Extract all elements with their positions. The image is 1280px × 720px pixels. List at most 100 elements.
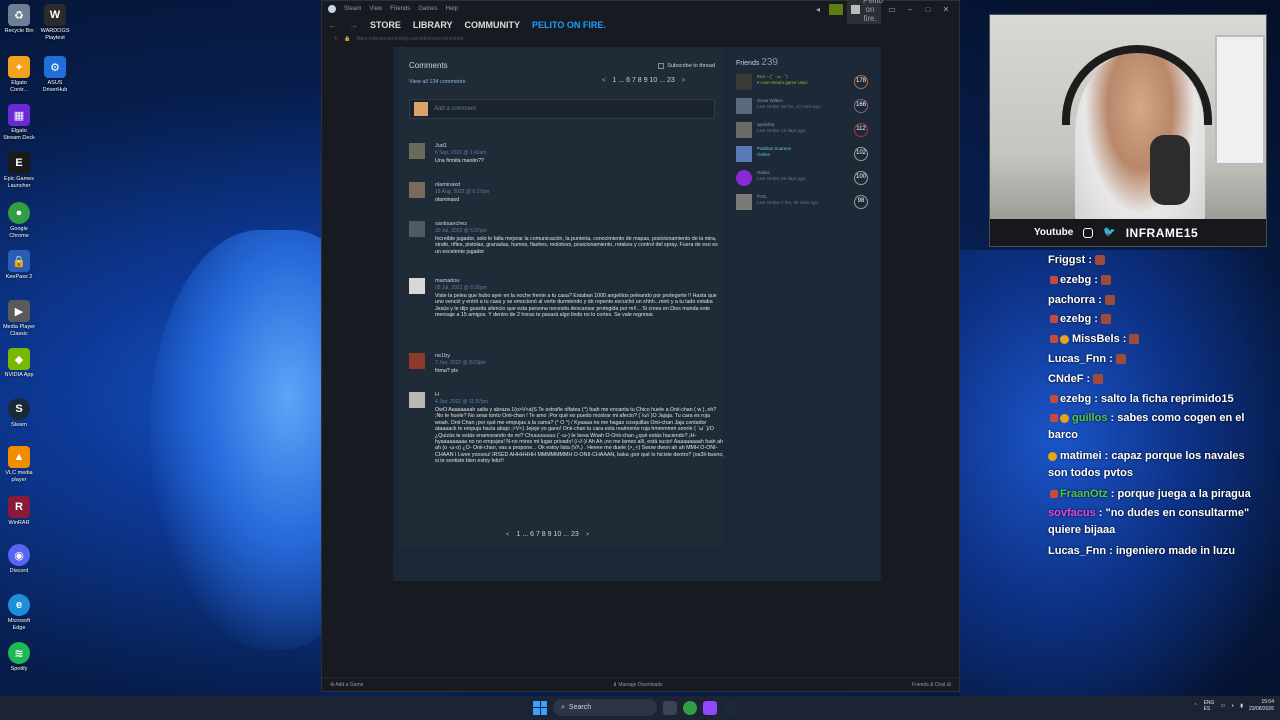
desktop-icon[interactable]: ⚙ ASUS DriverHub — [38, 56, 72, 93]
vlc-icon: ▲ — [8, 446, 30, 468]
friend-row[interactable]: Snow Wilkes Last Online 15 hrs, 43 mins a… — [736, 95, 870, 117]
battery-icon[interactable]: ▮ — [1240, 703, 1243, 709]
desktop-icon[interactable]: ▲ VLC media player — [2, 446, 36, 483]
menu-help[interactable]: Help — [446, 6, 458, 12]
instagram-icon — [1083, 227, 1094, 238]
friend-status: Last Online 13 days ago — [757, 128, 806, 133]
comment-author[interactable]: Jud1 — [435, 143, 447, 149]
chrome-taskbar-icon[interactable] — [683, 700, 697, 715]
desktop-icon[interactable]: E Epic Games Launcher — [2, 152, 36, 189]
taskbar-search[interactable]: ⌕ Search — [553, 699, 657, 716]
screen-icon[interactable]: ▭ — [885, 5, 899, 14]
next-page-button[interactable]: > — [679, 78, 689, 84]
desktop-icon[interactable]: ◉ Discord — [2, 544, 36, 575]
comment-author[interactable]: santisanchez — [435, 221, 467, 227]
nav-store[interactable]: STORE — [370, 20, 401, 30]
chat-message: ezebg : — [1048, 311, 1258, 328]
nav-community[interactable]: COMMUNITY — [465, 20, 521, 30]
subscribe-toggle[interactable]: Subscribe to thread — [658, 63, 715, 69]
stream-deck-icon: ▦ — [8, 104, 30, 126]
clock[interactable]: 15:04 23/08/2026 — [1249, 699, 1274, 713]
friends-chat-button[interactable]: Friends & Chat ⊞ — [912, 682, 951, 688]
desktop-icon[interactable]: ◆ NVIDIA App — [2, 348, 36, 379]
chat-user: Lucas_Fnn — [1048, 353, 1107, 365]
next-page-button[interactable]: > — [583, 532, 593, 538]
desktop-icon[interactable]: ● Google Chrome — [2, 202, 36, 239]
lang-indicator[interactable]: ENG ES — [1204, 700, 1215, 712]
desktop-icon[interactable]: W WARDOGS Playtest — [38, 4, 72, 41]
notification-button[interactable] — [829, 3, 843, 15]
keepass-icon: 🔒 — [8, 250, 30, 272]
user-menu[interactable]: Pelito on fire. — [847, 0, 883, 24]
commenter-avatar[interactable] — [409, 182, 425, 198]
desktop-icon[interactable]: ≋ Spotify — [2, 642, 36, 673]
page-numbers[interactable]: 1 ... 6 7 8 9 10 ... 23 — [517, 531, 579, 538]
friend-row[interactable]: Erni ~ (˘ · ω · ˘) In non-Steam game UwU 1… — [736, 71, 870, 93]
friend-level-badge: 102 — [854, 147, 868, 161]
desktop-icon[interactable]: ▦ Elgato Stream Deck — [2, 104, 36, 141]
menu-steam[interactable]: Steam — [344, 6, 361, 12]
add-game-button[interactable]: ⊕ Add a Game — [330, 682, 363, 688]
menu-view[interactable]: View — [369, 6, 382, 12]
close-icon[interactable]: ✕ — [939, 5, 953, 14]
nav-library[interactable]: LIBRARY — [413, 20, 453, 30]
nvidia-icon: ◆ — [8, 348, 30, 370]
commenter-avatar[interactable] — [409, 278, 425, 294]
friend-row[interactable]: Rakaz Last Online 26 days ago 100 — [736, 167, 870, 189]
steam-taskbar-icon[interactable] — [723, 700, 737, 715]
asus-icon: ⚙ — [44, 56, 66, 78]
maximize-icon[interactable]: □ — [921, 5, 935, 14]
windows-start-icon[interactable] — [533, 700, 547, 715]
friends-title[interactable]: Friends 239 — [736, 57, 778, 68]
obs-taskbar-icon[interactable] — [703, 700, 717, 715]
comment-author[interactable]: mamadou — [435, 278, 459, 284]
comment-date: 18 Aug, 2022 @ 6:37pm — [435, 189, 490, 195]
refresh-icon[interactable]: ↻ — [334, 36, 338, 42]
commenter-avatar[interactable] — [409, 353, 425, 369]
network-icon[interactable]: ▭ — [1220, 703, 1225, 709]
chat-text: salto la ficha reprimido15 — [1100, 393, 1234, 405]
friend-name: apolofep — [757, 122, 775, 127]
comment-author[interactable]: olaminaxd — [435, 182, 460, 188]
friend-row[interactable]: PrSL Last Online 2 hrs, 49 mins ago 98 — [736, 191, 870, 213]
nav-profile[interactable]: PELITO ON FIRE. — [532, 20, 606, 30]
broadcast-icon[interactable]: ◂ — [811, 5, 825, 14]
comment-body: OwO Aaaaaaaah salta y abraza 1(o>V<a)S T… — [435, 407, 724, 465]
desktop-icon[interactable]: ✦ Elgato Contr... — [2, 56, 36, 93]
back-arrow-icon[interactable]: ← — [328, 20, 337, 30]
desktop-icon[interactable]: e Microsoft Edge — [2, 594, 36, 631]
commenter-avatar[interactable] — [409, 143, 425, 159]
checkbox-icon[interactable] — [658, 63, 665, 69]
desktop-icon[interactable]: ▶ Media Player Classic — [2, 300, 36, 337]
commenter-avatar[interactable] — [409, 221, 425, 237]
desktop-icon[interactable]: S Steam — [2, 398, 36, 429]
menu-friends[interactable]: Friends — [390, 6, 410, 12]
chevron-up-icon[interactable]: ⌃ — [1193, 703, 1197, 709]
desktop-icon-label: Elgato Contr... — [10, 80, 28, 93]
friend-avatar — [736, 146, 752, 162]
manage-downloads-button[interactable]: ⬇ Manage Downloads — [613, 682, 663, 688]
prev-page-button[interactable]: < — [503, 532, 513, 538]
desktop-icon[interactable]: 🔒 KeePass 2 — [2, 250, 36, 281]
comment-author[interactable]: ne1by — [435, 353, 450, 359]
view-all-link[interactable]: View all 134 comments — [409, 79, 465, 85]
task-view-icon[interactable] — [663, 700, 677, 715]
friend-avatar — [736, 194, 752, 210]
volume-icon[interactable]: ◖ — [1231, 703, 1234, 709]
friend-row[interactable]: Pablitas Suarees Online 102 — [736, 143, 870, 165]
comment-author[interactable]: H — [435, 392, 439, 398]
friend-row[interactable]: apolofep Last Online 13 days ago 112 — [736, 119, 870, 141]
add-comment-box[interactable]: Add a comment — [409, 99, 715, 119]
minimize-icon[interactable]: – — [903, 5, 917, 14]
menu-games[interactable]: Games — [418, 6, 437, 12]
url-text[interactable]: https://steamcommunity.com/id/xxxxx/comm… — [356, 36, 463, 42]
commenter-avatar[interactable] — [409, 392, 425, 408]
friend-status: In non-Steam game UwU — [757, 80, 808, 85]
chat-message: Lucas_Fnn : ingeniero made in luzu — [1048, 545, 1236, 557]
desktop-icon[interactable]: R WinRAR — [2, 496, 36, 527]
desktop-icon[interactable]: ♻ Recycle Bin — [2, 4, 36, 35]
chat-user: ezebg — [1060, 313, 1092, 325]
prev-page-button[interactable]: < — [599, 78, 609, 84]
page-numbers[interactable]: 1 ... 6 7 8 9 10 ... 23 — [613, 77, 675, 84]
forward-arrow-icon[interactable]: → — [349, 20, 358, 30]
